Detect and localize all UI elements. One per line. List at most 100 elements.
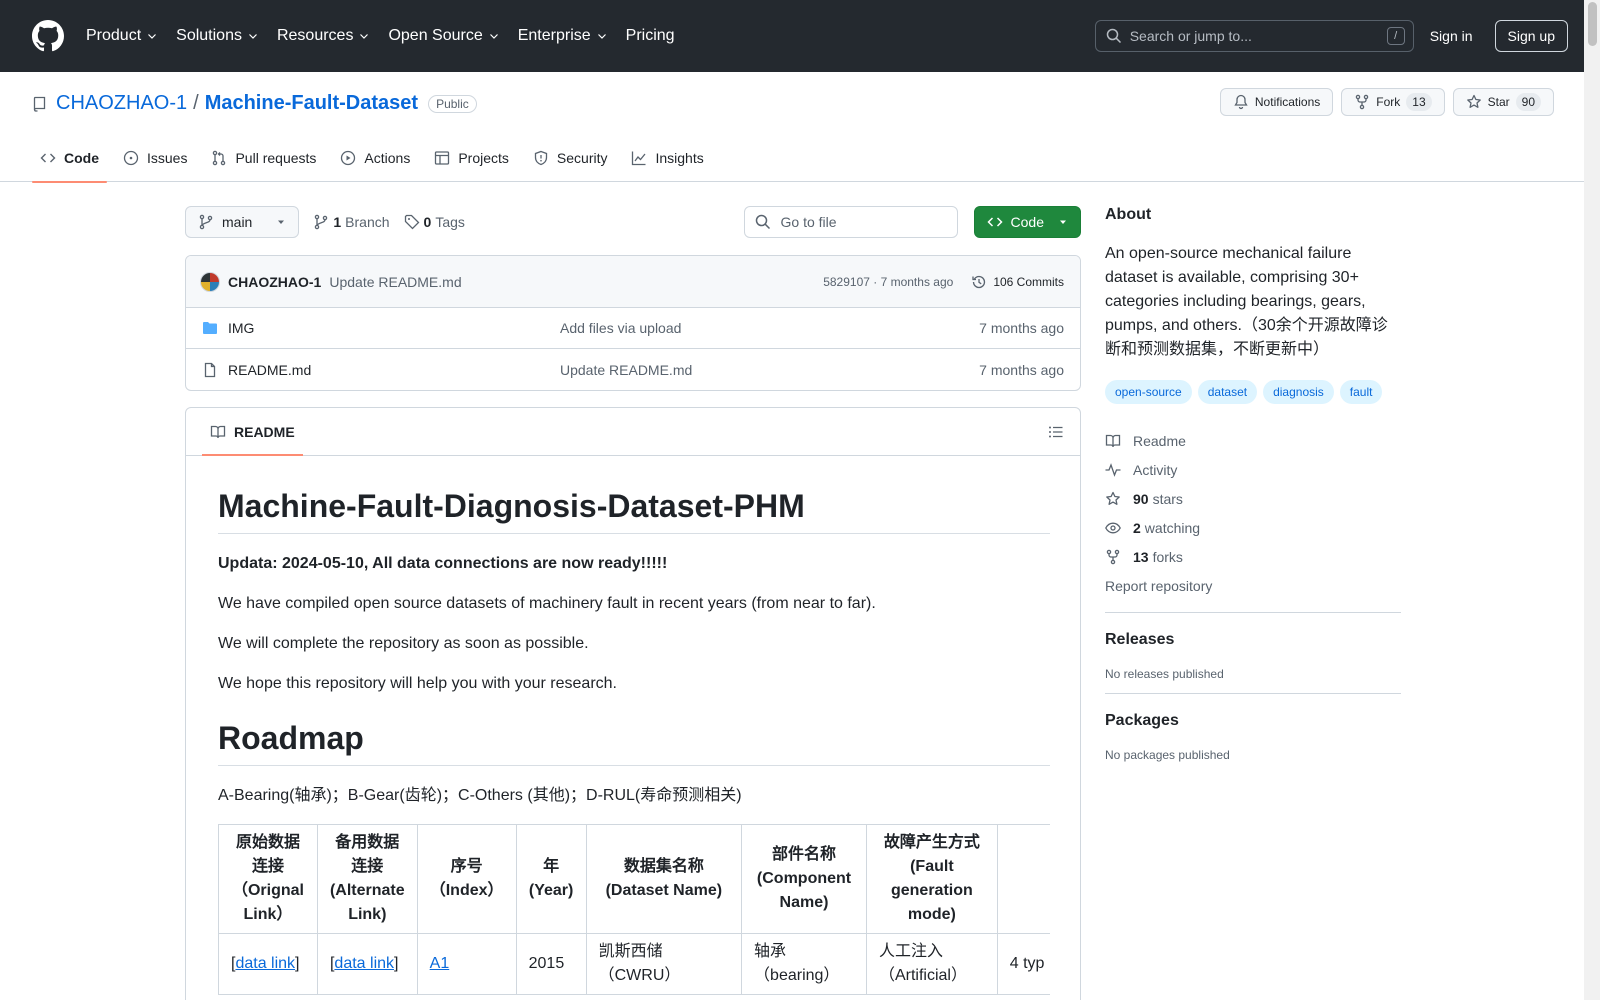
nav-pricing[interactable]: Pricing xyxy=(626,27,675,45)
fork-button[interactable]: Fork 13 xyxy=(1341,88,1445,116)
activity-link[interactable]: Activity xyxy=(1105,455,1401,484)
top-nav: Product Solutions Resources Open Source … xyxy=(86,27,693,45)
code-dropdown-button[interactable]: Code xyxy=(973,206,1081,238)
watching-link[interactable]: 2 watching xyxy=(1105,513,1401,542)
repo-title: CHAOZHAO-1 / Machine-Fault-Dataset Publi… xyxy=(32,92,477,115)
pulse-icon xyxy=(1105,462,1121,477)
chevron-down-icon xyxy=(360,34,369,39)
repo-icon xyxy=(33,96,46,112)
github-logo-icon[interactable] xyxy=(32,20,64,52)
go-to-file-input[interactable]: Go to file xyxy=(743,206,958,238)
column-header: C xyxy=(996,824,1050,934)
repo-owner-link[interactable]: CHAOZHAO-1 xyxy=(56,92,187,115)
about-description: An open-source mechanical failure datase… xyxy=(1105,245,1388,358)
nav-resources[interactable]: Resources xyxy=(277,27,370,45)
readme-header: README xyxy=(186,408,1080,456)
nav-solutions[interactable]: Solutions xyxy=(176,27,259,45)
roadmap-title: Roadmap xyxy=(218,720,1050,766)
file-commit-message[interactable]: Add files via upload xyxy=(560,320,681,336)
pull-request-icon xyxy=(213,150,226,166)
nav-enterprise[interactable]: Enterprise xyxy=(518,27,608,45)
topic-tag[interactable]: open-source xyxy=(1105,380,1192,404)
topic-tag[interactable]: fault xyxy=(1339,380,1383,404)
table-row[interactable]: IMG Add files via upload 7 months ago xyxy=(186,308,1080,349)
fork-icon xyxy=(1106,549,1120,564)
packages-title[interactable]: Packages xyxy=(1105,712,1401,730)
nav-open-source[interactable]: Open Source xyxy=(388,27,499,45)
tab-pull-requests[interactable]: Pull requests xyxy=(203,142,324,182)
repo-tabs: Code Issues Pull requests Actions Projec… xyxy=(32,142,720,183)
commit-message-link[interactable]: Update README.md xyxy=(329,274,461,290)
topic-list: open-source dataset diagnosis fault xyxy=(1105,380,1401,410)
file-date: 7 months ago xyxy=(979,320,1064,336)
book-icon xyxy=(210,425,226,438)
star-icon xyxy=(1466,94,1481,108)
file-icon xyxy=(204,362,216,377)
tab-code[interactable]: Code xyxy=(32,142,107,183)
table-cell: [data link] xyxy=(218,933,318,995)
sign-in-link[interactable]: Sign in xyxy=(1430,28,1473,44)
releases-title[interactable]: Releases xyxy=(1105,631,1401,649)
latest-commit: CHAOZHAO-1 Update README.md 5829107 · 7 … xyxy=(186,256,1080,308)
table-row[interactable]: README.md Update README.md 7 months ago xyxy=(186,349,1080,390)
column-header: 故障产生方式(Fault generation mode) xyxy=(865,824,998,934)
repo-actions: Notifications Fork 13 Star 90 xyxy=(1212,88,1554,116)
commit-meta[interactable]: 5829107 · 7 months ago xyxy=(823,275,953,289)
readme-link[interactable]: Readme xyxy=(1105,426,1401,455)
folder-icon xyxy=(203,322,217,334)
file-name-link[interactable]: IMG xyxy=(228,320,560,336)
sign-up-button[interactable]: Sign up xyxy=(1494,20,1568,52)
tags-link[interactable]: 0 Tags xyxy=(404,214,465,230)
search-placeholder: Search or jump to... xyxy=(1129,28,1252,44)
fork-count: 13 xyxy=(1406,93,1432,111)
global-header: Product Solutions Resources Open Source … xyxy=(0,0,1600,72)
list-unordered-icon[interactable] xyxy=(1048,424,1064,440)
tab-security[interactable]: Security xyxy=(525,142,616,182)
nav-product[interactable]: Product xyxy=(86,27,158,45)
code-icon xyxy=(40,153,56,163)
index-link[interactable]: A1 xyxy=(430,955,450,972)
notifications-button[interactable]: Notifications xyxy=(1219,88,1334,116)
commit-history-link[interactable]: 106 Commits xyxy=(971,274,1064,290)
repo-separator: / xyxy=(193,92,199,114)
branch-selector[interactable]: main xyxy=(185,206,300,238)
tab-issues[interactable]: Issues xyxy=(115,142,195,182)
file-commit-message[interactable]: Update README.md xyxy=(560,362,692,378)
alternate-data-link[interactable]: data link xyxy=(334,955,394,972)
commit-author-link[interactable]: CHAOZHAO-1 xyxy=(228,274,321,290)
search-icon xyxy=(1106,28,1121,44)
eye-icon xyxy=(1105,522,1121,533)
column-header: 部件名称(Component Name) xyxy=(741,824,867,934)
tab-insights[interactable]: Insights xyxy=(623,142,711,182)
main-content: main 1 Branch 0 Tags Go to file Code CHAOZ… xyxy=(185,206,1081,1000)
caret-down-icon xyxy=(278,220,285,224)
stars-link[interactable]: 90 stars xyxy=(1105,484,1401,513)
topic-tag[interactable]: diagnosis xyxy=(1263,380,1334,404)
chevron-down-icon xyxy=(249,34,257,39)
book-icon xyxy=(1105,434,1121,447)
tab-projects[interactable]: Projects xyxy=(426,142,517,182)
avatar[interactable] xyxy=(200,271,220,292)
original-data-link[interactable]: data link xyxy=(235,955,295,972)
star-count: 90 xyxy=(1515,93,1541,111)
tab-actions[interactable]: Actions xyxy=(332,142,418,182)
file-list: CHAOZHAO-1 Update README.md 5829107 · 7 … xyxy=(185,255,1081,391)
page-scrollbar[interactable] xyxy=(1584,0,1600,1000)
graph-icon xyxy=(632,151,646,166)
column-header: 原始数据连接（Orignal Link） xyxy=(218,824,318,934)
scrollbar-thumb[interactable] xyxy=(1588,2,1597,46)
report-repository-link[interactable]: Report repository xyxy=(1105,571,1401,600)
repo-name-link[interactable]: Machine-Fault-Dataset xyxy=(205,92,418,115)
readme-tab[interactable]: README xyxy=(202,408,303,456)
readme-paragraph: We have compiled open source datasets of… xyxy=(218,595,876,612)
table-row: [data link] [data link] A1 2015 凯斯西储（CWR… xyxy=(218,933,1050,995)
dataset-table-wrapper[interactable]: 原始数据连接（Orignal Link） 备用数据连接(Alternate Li… xyxy=(218,824,1050,995)
table-cell: [data link] xyxy=(316,933,418,995)
search-input[interactable]: Search or jump to... / xyxy=(1094,20,1414,52)
file-name-link[interactable]: README.md xyxy=(228,362,560,378)
topic-tag[interactable]: dataset xyxy=(1197,380,1258,404)
star-button[interactable]: Star 90 xyxy=(1452,88,1554,116)
branches-link[interactable]: 1 Branch xyxy=(313,214,390,230)
table-cell: 凯斯西储（CWRU） xyxy=(585,933,743,995)
forks-link[interactable]: 13 forks xyxy=(1105,542,1401,571)
